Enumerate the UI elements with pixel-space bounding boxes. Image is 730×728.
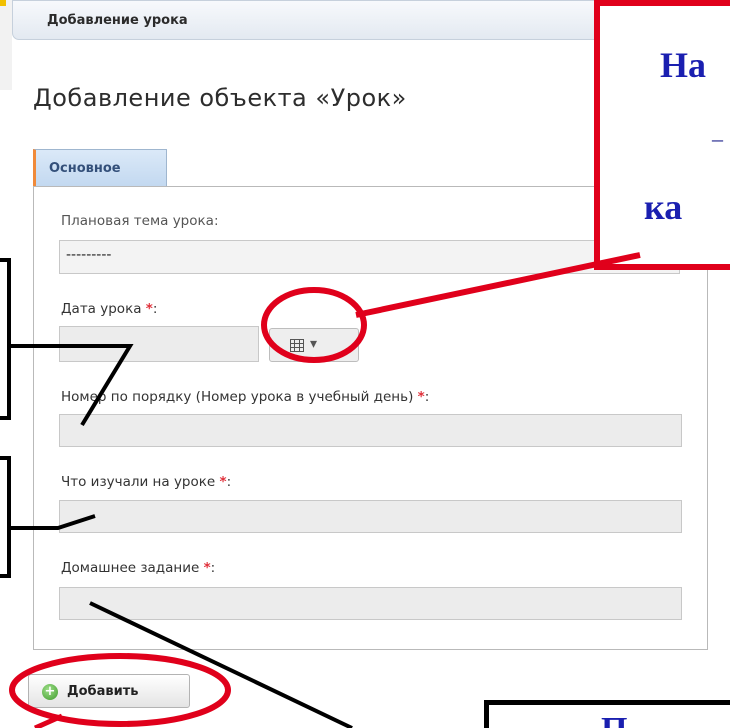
homework-label: Домашнее задание *:: [61, 560, 215, 576]
callout-text-line3: ка: [644, 187, 683, 227]
label-colon: :: [210, 560, 216, 576]
tab-main[interactable]: Основное: [33, 149, 167, 187]
topic-select-value: ---------: [66, 247, 112, 263]
date-label-text: Дата урока: [61, 301, 142, 317]
label-colon: :: [424, 389, 430, 405]
callout-bottom-text: П: [601, 711, 627, 728]
lesson-number-input[interactable]: [59, 414, 682, 447]
callout-text-line1: На: [660, 45, 707, 85]
window-tab-title[interactable]: Добавление урока: [47, 13, 188, 28]
page-title: Добавление объекта «Урок»: [33, 84, 407, 112]
corner-marker: [0, 0, 6, 6]
annotation-box-left-1: [0, 258, 11, 420]
homework-input[interactable]: [59, 587, 682, 620]
add-button-label: Добавить: [67, 684, 139, 699]
studied-input[interactable]: [59, 500, 682, 533]
required-mark: *: [219, 474, 227, 490]
callout-box-top: На – ка: [594, 0, 730, 270]
studied-label-text: Что изучали на уроке: [61, 474, 216, 490]
left-window-edge: [0, 0, 12, 90]
required-mark: *: [203, 560, 211, 576]
required-mark: *: [417, 389, 425, 405]
topic-select[interactable]: ---------: [59, 240, 680, 274]
dropdown-arrow-icon: ▾: [310, 336, 318, 352]
calendar-grid-icon: [290, 339, 304, 352]
date-input[interactable]: [59, 326, 259, 362]
callout-box-bottom: П: [484, 700, 730, 728]
number-label-text: Номер по порядку (Номер урока в учебный …: [61, 389, 414, 405]
topic-label-text: Плановая тема урока:: [61, 213, 219, 229]
label-colon: :: [152, 301, 158, 317]
required-mark: *: [145, 301, 153, 317]
add-button[interactable]: + Добавить: [28, 674, 190, 708]
date-label: Дата урока *:: [61, 301, 157, 317]
label-colon: :: [226, 474, 232, 490]
callout-text-line2: –: [712, 126, 723, 151]
topic-label: Плановая тема урока:: [61, 213, 219, 229]
red-arrow-tail: [33, 713, 64, 728]
plus-circle-icon: +: [42, 684, 58, 700]
annotation-box-left-2: [0, 456, 11, 578]
studied-label: Что изучали на уроке *:: [61, 474, 231, 490]
homework-label-text: Домашнее задание: [61, 560, 200, 576]
calendar-button[interactable]: ▾: [269, 328, 359, 362]
number-label: Номер по порядку (Номер урока в учебный …: [61, 389, 429, 405]
